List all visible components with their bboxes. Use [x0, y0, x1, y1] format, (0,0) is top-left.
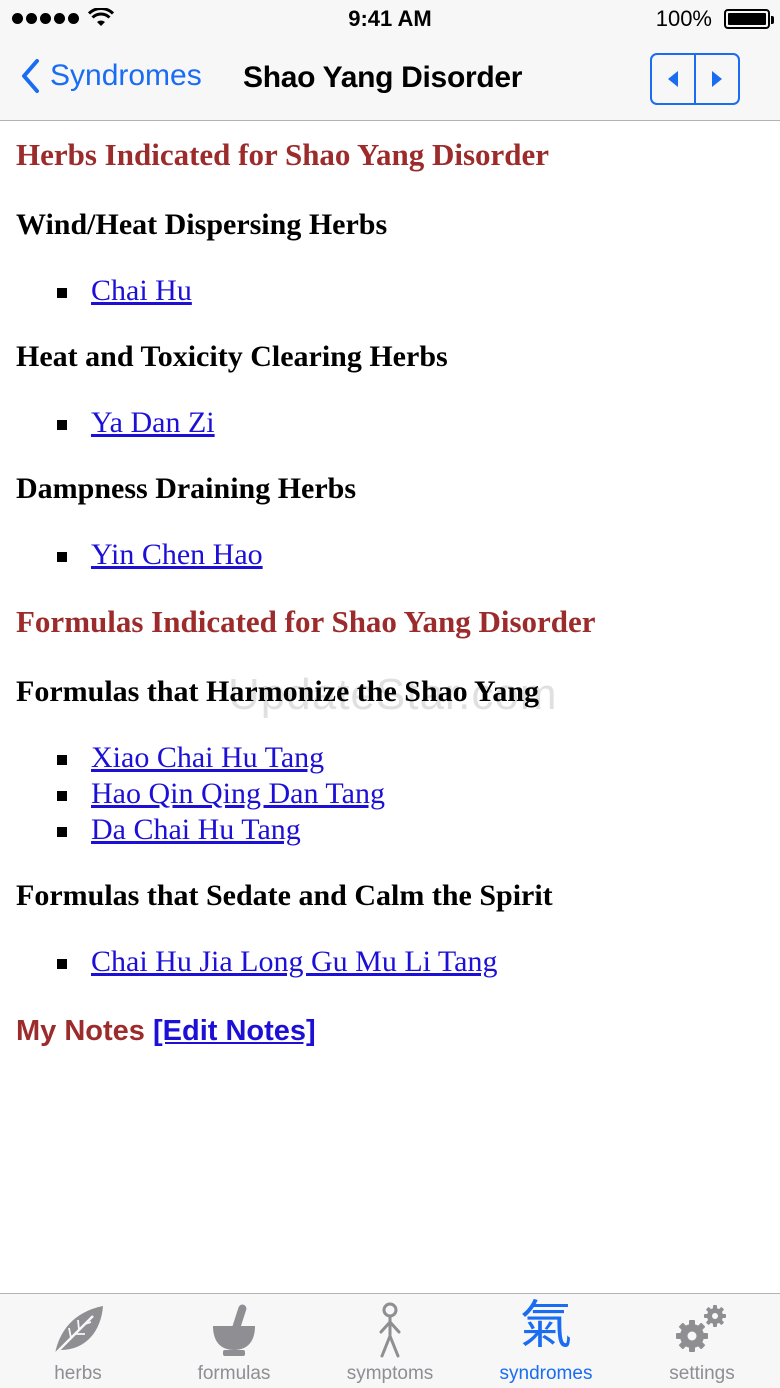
- bullet: [57, 552, 67, 563]
- battery-percent: 100%: [655, 6, 712, 31]
- herbs-heading: Herbs Indicated for Shao Yang Disorder: [16, 137, 550, 172]
- tab-label: syndromes: [499, 1363, 593, 1384]
- previous-button[interactable]: [652, 55, 694, 103]
- herb-category-wind-heat: Wind/Heat Dispersing Herbs: [16, 208, 388, 241]
- tab-label: formulas: [197, 1363, 271, 1384]
- formulas-heading: Formulas Indicated for Shao Yang Disorde…: [16, 604, 596, 639]
- stick-figure-icon: [379, 1302, 401, 1358]
- next-button[interactable]: [694, 55, 738, 103]
- herb-link-ya-dan-zi[interactable]: Ya Dan Zi: [91, 406, 215, 439]
- tab-formulas[interactable]: formulas: [156, 1294, 312, 1388]
- herb-link-yin-chen-hao[interactable]: Yin Chen Hao: [91, 538, 263, 571]
- my-notes-label: My Notes: [16, 1015, 145, 1047]
- formula-link-xiao-chai-hu-tang[interactable]: Xiao Chai Hu Tang: [91, 741, 324, 774]
- formula-link-chai-hu-jia-long-gu-mu-li-tang[interactable]: Chai Hu Jia Long Gu Mu Li Tang: [91, 945, 497, 978]
- formula-link-da-chai-hu-tang[interactable]: Da Chai Hu Tang: [91, 813, 301, 846]
- tab-settings[interactable]: settings: [624, 1294, 780, 1388]
- tab-label: settings: [669, 1363, 735, 1384]
- triangle-right-icon: [712, 71, 722, 87]
- bullet: [57, 420, 67, 431]
- tab-symptoms[interactable]: symptoms: [312, 1294, 468, 1388]
- herb-link-chai-hu[interactable]: Chai Hu: [91, 274, 192, 307]
- back-button-label: Syndromes: [50, 59, 202, 92]
- gears-icon: [676, 1305, 726, 1352]
- list-item: Hao Qin Qing Dan Tang: [57, 777, 385, 811]
- bullet: [57, 827, 67, 838]
- tab-herbs[interactable]: herbs: [0, 1294, 156, 1388]
- herb-category-heat-toxicity: Heat and Toxicity Clearing Herbs: [16, 340, 448, 373]
- tab-syndromes[interactable]: 氣 syndromes: [468, 1294, 624, 1388]
- list-item: Yin Chen Hao: [57, 538, 263, 572]
- back-button[interactable]: Syndromes: [20, 58, 202, 94]
- bullet: [57, 791, 67, 802]
- list-item: Chai Hu Jia Long Gu Mu Li Tang: [57, 945, 497, 979]
- leaf-icon: [54, 1306, 103, 1355]
- list-item: Chai Hu: [57, 274, 192, 308]
- list-item: Ya Dan Zi: [57, 406, 215, 440]
- list-item: Da Chai Hu Tang: [57, 813, 301, 847]
- navigation-bar: Syndromes Shao Yang Disorder: [0, 40, 780, 121]
- list-item: Xiao Chai Hu Tang: [57, 741, 324, 775]
- bullet: [57, 755, 67, 766]
- edit-notes-link[interactable]: [Edit Notes]: [153, 1015, 316, 1047]
- my-notes-row: My Notes [Edit Notes]: [16, 1015, 316, 1048]
- tab-label: herbs: [54, 1363, 102, 1384]
- tab-bar: herbs formulas symptoms 氣 syndromes sett…: [0, 1293, 780, 1388]
- qi-character-icon: 氣: [519, 1296, 573, 1356]
- page-title: Shao Yang Disorder: [243, 61, 523, 94]
- watermark: UpdateStar.com: [228, 670, 558, 719]
- chevron-left-icon: [22, 59, 39, 93]
- mortar-pestle-icon: [213, 1304, 255, 1356]
- formula-category-sedate-calm: Formulas that Sedate and Calm the Spirit: [16, 879, 553, 912]
- bullet: [57, 959, 67, 970]
- tab-label: symptoms: [346, 1363, 434, 1384]
- triangle-left-icon: [668, 71, 678, 87]
- formula-link-hao-qin-qing-dan-tang[interactable]: Hao Qin Qing Dan Tang: [91, 777, 385, 810]
- status-bar: 9:41 AM 100%: [0, 0, 780, 40]
- battery-icon: [724, 9, 774, 29]
- prev-next-segmented-control: [650, 53, 740, 105]
- herb-category-dampness: Dampness Draining Herbs: [16, 472, 357, 505]
- bullet: [57, 288, 67, 299]
